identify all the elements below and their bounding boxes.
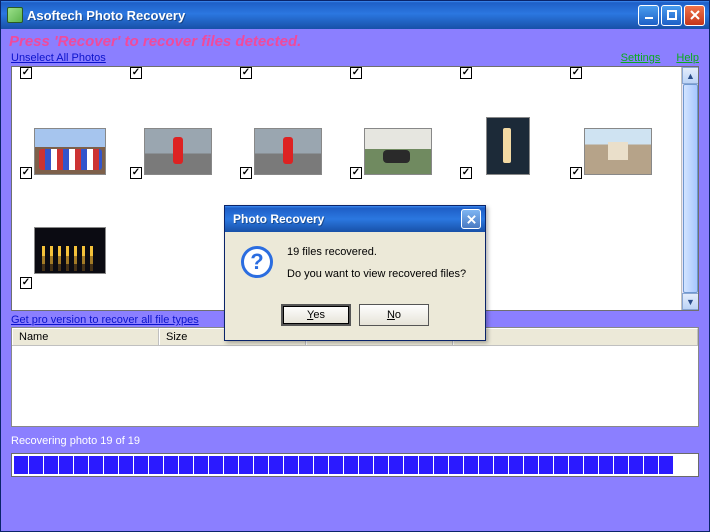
thumb-image[interactable] xyxy=(486,117,530,175)
col-name[interactable]: Name xyxy=(12,328,159,345)
progress-segment xyxy=(74,456,88,474)
close-button[interactable] xyxy=(684,5,705,26)
progress-segment xyxy=(539,456,553,474)
progress-segment xyxy=(404,456,418,474)
scroll-thumb[interactable] xyxy=(683,84,698,293)
progress-segment xyxy=(299,456,313,474)
progress-segment xyxy=(344,456,358,474)
file-grid: Name Size Extension xyxy=(11,327,699,427)
progress-segment xyxy=(509,456,523,474)
col-spacer xyxy=(453,328,698,345)
prompt-text: Press 'Recover' to recover files detecte… xyxy=(9,33,701,50)
progress-segment xyxy=(644,456,658,474)
progress-segment xyxy=(89,456,103,474)
dialog-close-button[interactable] xyxy=(461,209,481,229)
dialog-titlebar: Photo Recovery xyxy=(225,206,485,232)
thumb-checkbox[interactable]: ✓ xyxy=(130,167,142,179)
progress-segment xyxy=(14,456,28,474)
thumb-checkbox[interactable]: ✓ xyxy=(20,167,32,179)
thumb-checkbox[interactable]: ✓ xyxy=(350,67,362,79)
progress-segment xyxy=(284,456,298,474)
thumb-checkbox[interactable]: ✓ xyxy=(460,167,472,179)
thumb-checkbox[interactable]: ✓ xyxy=(240,167,252,179)
progress-segment xyxy=(569,456,583,474)
no-button[interactable]: No xyxy=(359,304,429,326)
titlebar: Asoftech Photo Recovery xyxy=(1,1,709,29)
thumb-checkbox[interactable]: ✓ xyxy=(570,67,582,79)
progress-segment xyxy=(194,456,208,474)
thumb-image[interactable] xyxy=(34,128,106,175)
help-link[interactable]: Help xyxy=(676,52,699,64)
thumb-checkbox[interactable]: ✓ xyxy=(570,167,582,179)
progress-segment xyxy=(44,456,58,474)
progress-segment xyxy=(389,456,403,474)
progress-segment xyxy=(614,456,628,474)
progress-segment xyxy=(254,456,268,474)
progress-segment xyxy=(659,456,673,474)
progress-segment xyxy=(29,456,43,474)
status-text: Recovering photo 19 of 19 xyxy=(1,427,709,449)
thumb-checkbox[interactable]: ✓ xyxy=(240,67,252,79)
question-icon: ? xyxy=(241,246,273,278)
unselect-all-link[interactable]: Unselect All Photos xyxy=(11,52,106,64)
thumb-image[interactable] xyxy=(584,128,652,175)
scroll-up-button[interactable]: ▲ xyxy=(682,67,699,84)
pro-version-link[interactable]: Get pro version to recover all file type… xyxy=(11,314,199,326)
window-controls xyxy=(638,5,705,26)
main-window: Asoftech Photo Recovery Press 'Recover' … xyxy=(0,0,710,532)
dialog-photo-recovery: Photo Recovery ? 19 files recovered. Do … xyxy=(224,205,486,341)
maximize-button[interactable] xyxy=(661,5,682,26)
progress-segment xyxy=(104,456,118,474)
progress-segment xyxy=(434,456,448,474)
progress-segment xyxy=(419,456,433,474)
thumb-image[interactable] xyxy=(364,128,432,175)
scrollbar-vertical[interactable]: ▲ ▼ xyxy=(681,67,698,310)
progress-segment xyxy=(239,456,253,474)
progress-segment xyxy=(464,456,478,474)
progress-segment xyxy=(134,456,148,474)
thumb-checkbox[interactable]: ✓ xyxy=(460,67,472,79)
progress-segment xyxy=(359,456,373,474)
progress-segment xyxy=(269,456,283,474)
thumb-checkbox[interactable]: ✓ xyxy=(130,67,142,79)
progress-segment xyxy=(374,456,388,474)
dialog-line2: Do you want to view recovered files? xyxy=(287,268,466,280)
app-icon xyxy=(7,7,23,23)
progress-segment xyxy=(524,456,538,474)
dialog-line1: 19 files recovered. xyxy=(287,246,466,258)
progress-segment xyxy=(119,456,133,474)
progress-segment xyxy=(209,456,223,474)
progress-segment xyxy=(629,456,643,474)
progress-segment xyxy=(224,456,238,474)
thumb-checkbox[interactable]: ✓ xyxy=(350,167,362,179)
yes-button[interactable]: Yes xyxy=(281,304,351,326)
thumb-checkbox[interactable]: ✓ xyxy=(20,277,32,289)
progress-segment xyxy=(479,456,493,474)
progress-segment xyxy=(599,456,613,474)
progress-segment xyxy=(554,456,568,474)
progress-segment xyxy=(59,456,73,474)
progress-segment xyxy=(329,456,343,474)
thumb-checkbox[interactable]: ✓ xyxy=(20,67,32,79)
progress-segment xyxy=(149,456,163,474)
window-title: Asoftech Photo Recovery xyxy=(27,8,638,23)
progress-segment xyxy=(449,456,463,474)
progress-segment xyxy=(164,456,178,474)
progress-segment xyxy=(314,456,328,474)
minimize-button[interactable] xyxy=(638,5,659,26)
dialog-title: Photo Recovery xyxy=(233,212,461,226)
thumb-image[interactable] xyxy=(144,128,212,175)
thumb-image[interactable] xyxy=(34,227,106,274)
scroll-down-button[interactable]: ▼ xyxy=(682,293,699,310)
thumb-image[interactable] xyxy=(254,128,322,175)
progress-segment xyxy=(584,456,598,474)
progress-bar xyxy=(11,453,699,477)
progress-segment xyxy=(179,456,193,474)
settings-link[interactable]: Settings xyxy=(621,52,661,64)
progress-segment xyxy=(494,456,508,474)
